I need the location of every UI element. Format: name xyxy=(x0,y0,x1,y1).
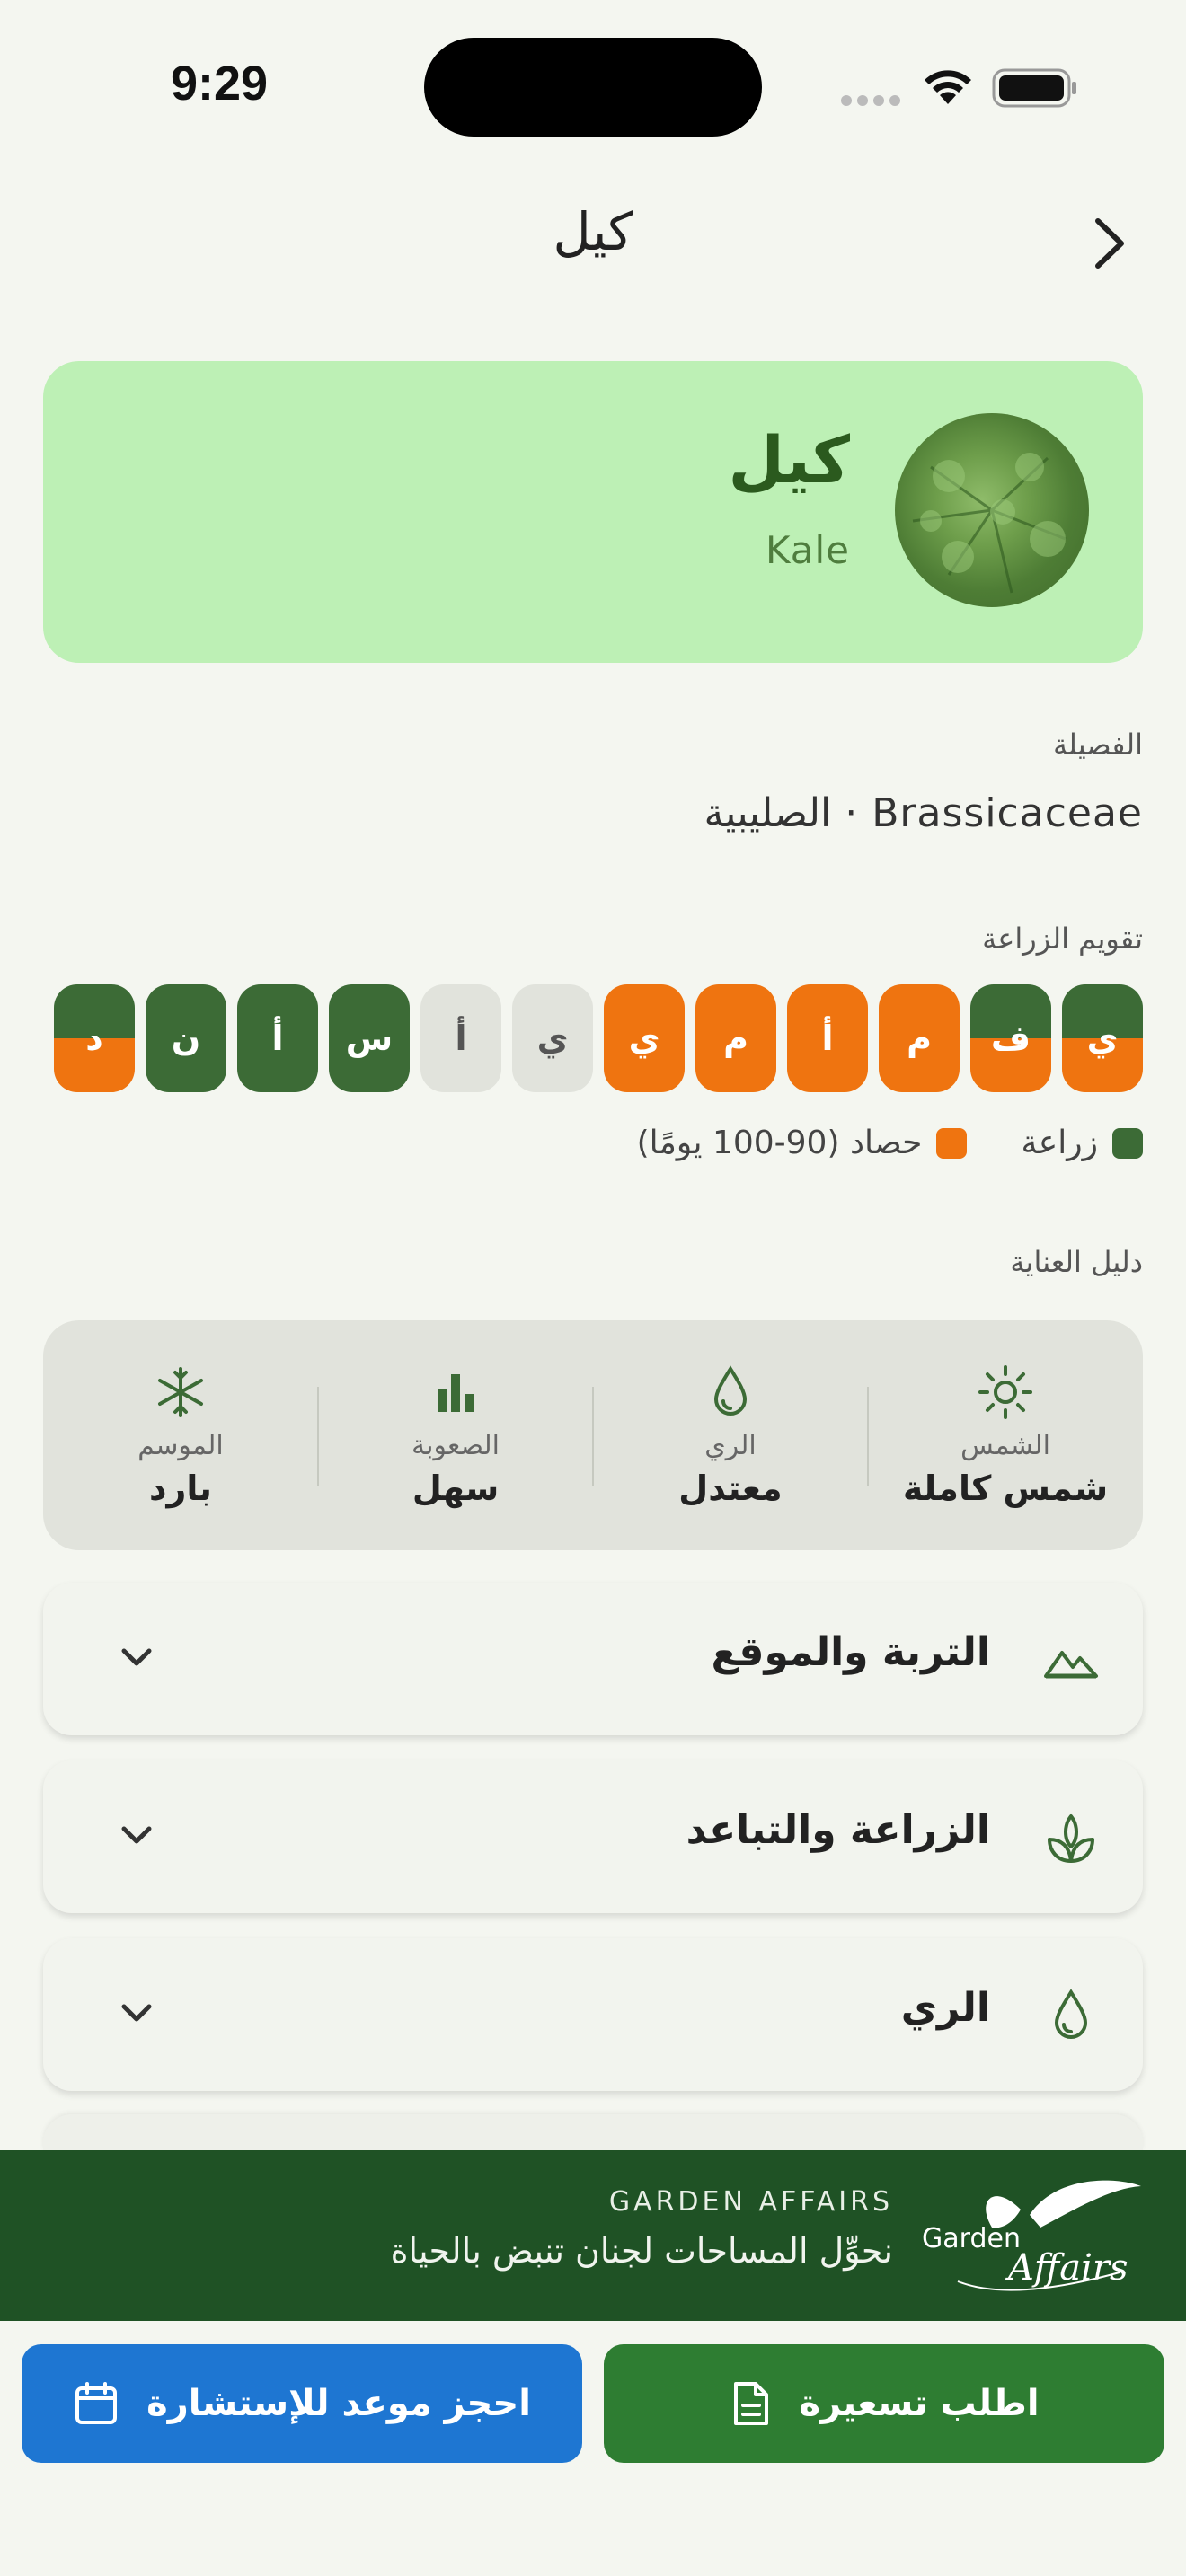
calendar-month: د xyxy=(54,984,135,1092)
snowflake-icon xyxy=(158,1366,203,1417)
care-season-value: بارد xyxy=(149,1468,212,1508)
planting-calendar: يفمأمييأسأند xyxy=(43,984,1143,1092)
section-watering[interactable]: الري xyxy=(43,1938,1143,2091)
sprout-icon xyxy=(1048,1814,1094,1863)
calendar-month: ف xyxy=(970,984,1051,1092)
request-quote-label: اطلب تسعيرة xyxy=(799,2383,1040,2424)
legend-harvest-label: حصاد (90-100 يومًا) xyxy=(636,1125,923,1161)
logo-text-garden: Garden xyxy=(922,2223,1021,2254)
soil-terrain-icon xyxy=(1044,1651,1098,1679)
logo-text-affairs: Affairs xyxy=(1005,2247,1128,2289)
legend-plant-label: زراعة xyxy=(1021,1125,1098,1161)
care-water: الري معتدل xyxy=(593,1320,869,1550)
calendar-month-letter: أ xyxy=(455,1019,467,1058)
care-season: الموسم بارد xyxy=(43,1320,319,1550)
section-title: التربة والموقع xyxy=(711,1629,990,1675)
calendar-month-letter: ي xyxy=(536,1019,569,1058)
calendar-label: تقويم الزراعة xyxy=(982,922,1143,956)
brand-name: GARDEN AFFAIRS xyxy=(608,2186,893,2218)
book-consultation-button[interactable]: احجز موعد للإستشارة xyxy=(22,2344,582,2463)
legend-harvest-swatch xyxy=(936,1127,968,1159)
calendar-month: م xyxy=(695,984,776,1092)
care-sun-value: شمس كاملة xyxy=(902,1468,1109,1508)
care-sun: الشمس شمس كاملة xyxy=(868,1320,1143,1550)
calendar-month: أ xyxy=(787,984,868,1092)
calendar-legend: زراعة حصاد (90-100 يومًا) xyxy=(637,1125,1143,1161)
care-guide-label: دليل العناية xyxy=(1010,1245,1143,1279)
care-difficulty: الصعوبة سهل xyxy=(318,1320,594,1550)
chevron-down-icon[interactable] xyxy=(119,1999,155,2026)
calendar-month: ي xyxy=(512,984,593,1092)
wifi-icon xyxy=(925,70,971,104)
page-title: كيل xyxy=(553,201,633,262)
difficulty-bars-icon xyxy=(438,1373,474,1412)
dynamic-island xyxy=(424,38,762,137)
plant-name-latin: Kale xyxy=(765,528,850,572)
section-planting-spacing[interactable]: الزراعة والتباعد xyxy=(43,1760,1143,1913)
calendar-month-letter: د xyxy=(85,1019,103,1058)
calendar-icon xyxy=(75,2382,118,2424)
back-chevron-icon[interactable] xyxy=(1087,212,1132,275)
chevron-down-icon[interactable] xyxy=(119,1822,155,1848)
calendar-month-letter: ي xyxy=(1086,1019,1119,1058)
cellular-signal-icon xyxy=(841,95,900,106)
water-drop-icon xyxy=(713,1364,748,1416)
care-water-label: الري xyxy=(704,1429,757,1461)
care-season-label: الموسم xyxy=(137,1429,224,1461)
care-difficulty-value: سهل xyxy=(412,1468,500,1508)
garden-affairs-logo: Garden Affairs xyxy=(922,2180,1141,2291)
book-consultation-label: احجز موعد للإستشارة xyxy=(146,2383,531,2424)
battery-icon xyxy=(992,68,1076,108)
plant-photo xyxy=(895,413,1089,607)
family-value: Brassicaceae · الصليبية xyxy=(704,790,1143,836)
calendar-month: ن xyxy=(146,984,226,1092)
calendar-month-letter: أ xyxy=(821,1019,834,1058)
care-sun-label: الشمس xyxy=(960,1429,1050,1461)
calendar-month: أ xyxy=(237,984,318,1092)
calendar-month: م xyxy=(879,984,960,1092)
care-guide-card: الشمس شمس كاملة الري معتدل الصعوبة سهل ا… xyxy=(43,1320,1143,1550)
calendar-month: أ xyxy=(420,984,501,1092)
section-title: الري xyxy=(900,1985,990,2031)
document-icon xyxy=(734,2382,769,2425)
calendar-month: ي xyxy=(604,984,685,1092)
family-label: الفصيلة xyxy=(1053,728,1143,762)
section-next-peek xyxy=(43,2114,1143,2150)
chevron-down-icon[interactable] xyxy=(119,1644,155,1671)
calendar-month-letter: ي xyxy=(628,1019,660,1058)
calendar-month-letter: م xyxy=(723,1019,748,1058)
calendar-month-letter: س xyxy=(345,1019,394,1058)
calendar-month-letter: م xyxy=(907,1019,932,1058)
calendar-month: س xyxy=(329,984,410,1092)
plant-name-arabic: كيل xyxy=(728,422,850,498)
section-title: الزراعة والتباعد xyxy=(686,1807,990,1853)
calendar-month-letter: ف xyxy=(990,1019,1031,1058)
sun-icon xyxy=(978,1364,1032,1419)
calendar-month-letter: ن xyxy=(171,1019,201,1058)
section-soil-location[interactable]: التربة والموقع xyxy=(43,1583,1143,1735)
legend-plant-swatch xyxy=(1112,1127,1143,1159)
request-quote-button[interactable]: اطلب تسعيرة xyxy=(604,2344,1164,2463)
status-time: 9:29 xyxy=(171,57,269,110)
care-difficulty-label: الصعوبة xyxy=(412,1429,500,1461)
brand-tagline: نحوِّل المساحات لجنان تنبض بالحياة xyxy=(390,2231,893,2271)
calendar-month: ي xyxy=(1062,984,1143,1092)
calendar-month-letter: أ xyxy=(271,1019,284,1058)
care-water-value: معتدل xyxy=(678,1468,783,1508)
water-drop-icon xyxy=(1054,1989,1088,2039)
